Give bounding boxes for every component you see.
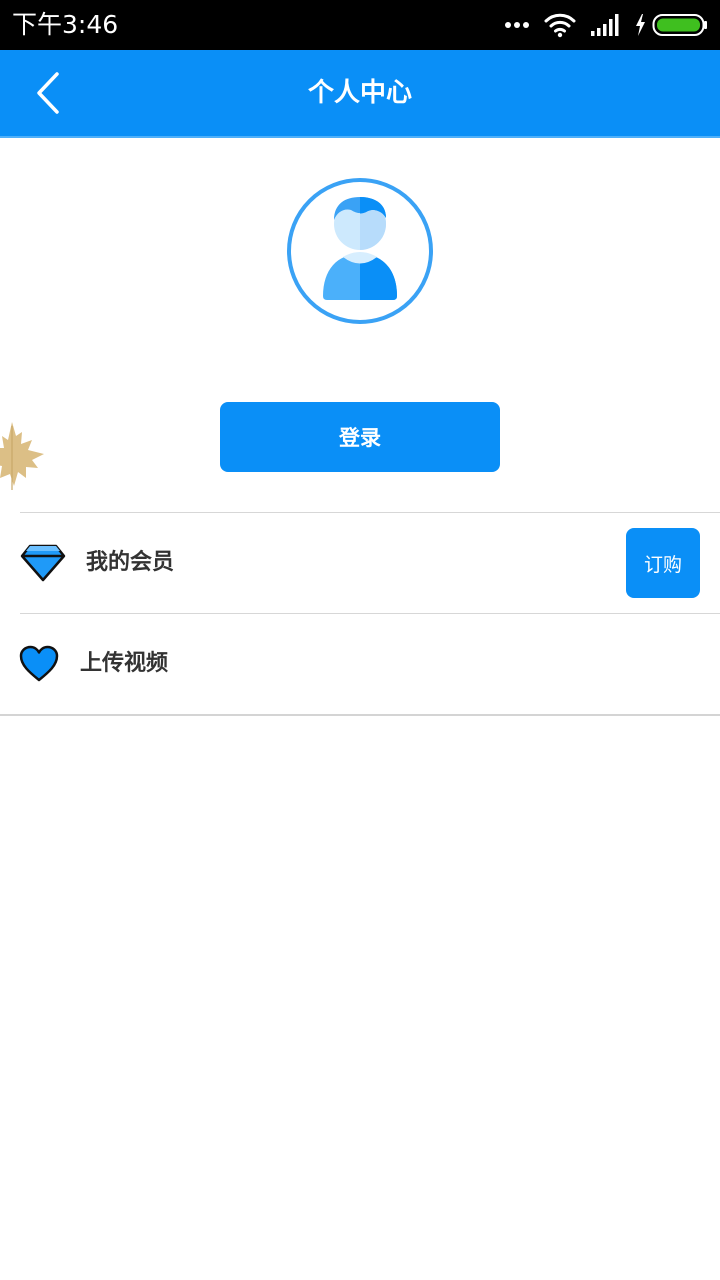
status-time: 下午3:46 — [12, 10, 119, 39]
wifi-icon — [544, 13, 576, 38]
diamond-icon — [20, 544, 66, 582]
user-avatar-icon — [287, 178, 433, 324]
maple-leaf-icon — [0, 422, 44, 490]
divider — [0, 714, 720, 716]
title-bar: 个人中心 — [0, 50, 720, 138]
list-item-membership[interactable]: 我的会员 订购 — [0, 513, 720, 613]
list-item-label: 我的会员 — [86, 550, 175, 575]
status-icons — [504, 8, 708, 42]
login-button[interactable]: 登录 — [220, 402, 500, 472]
signal-icon — [591, 14, 619, 36]
subscribe-button[interactable]: 订购 — [626, 528, 700, 598]
heart-icon — [19, 645, 59, 682]
charging-bolt-icon — [636, 14, 645, 36]
personal-center-screen: 下午3:46 个人中心 登录 我的会员 订购 上传视频 — [0, 0, 720, 1280]
status-bar: 下午3:46 — [0, 0, 720, 50]
page-title: 个人中心 — [307, 78, 412, 108]
list-item-upload-video[interactable]: 上传视频 — [0, 614, 720, 714]
battery-icon — [652, 14, 707, 36]
list-item-label: 上传视频 — [80, 651, 169, 676]
more-dots-icon — [505, 22, 529, 28]
